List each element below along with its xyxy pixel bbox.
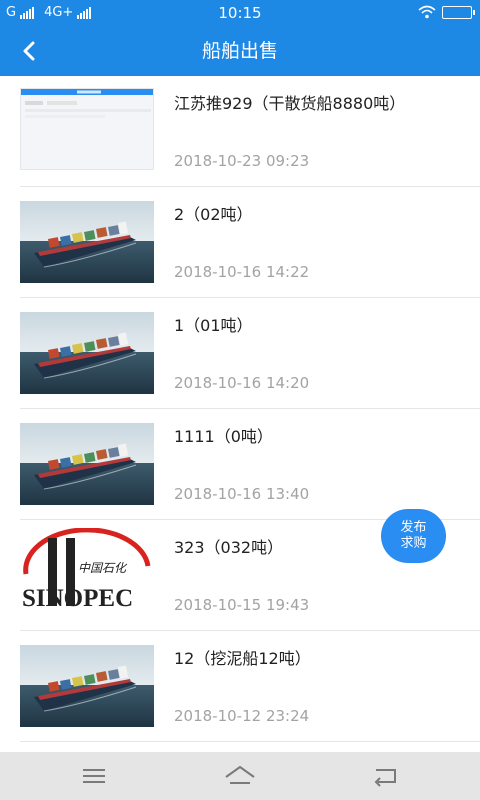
listing-title: 323（032吨） [174,538,284,557]
listing-title: 江苏推929（干散货船8880吨） [174,94,406,113]
list-item[interactable]: 江苏推929（干散货船8880吨） 2018-10-23 09:23 [20,76,480,187]
svg-text:SINOPEC: SINOPEC [22,585,133,612]
system-nav-bar [0,752,480,800]
listing-date: 2018-10-23 09:23 [174,152,310,170]
home-icon[interactable] [220,760,260,792]
sinopec-logo: 中国石化 SINOPEC [20,528,154,614]
menu-icon[interactable] [74,760,114,792]
list-item[interactable]: 1111（0吨） 2018-10-16 13:40 [20,409,480,520]
app-bar: 船舶出售 [0,26,480,76]
list-item[interactable]: 1（01吨） 2018-10-16 14:20 [20,298,480,409]
status-right [418,5,475,19]
status-time: 10:15 [218,4,262,22]
ship-thumbnail [20,423,154,505]
list-item[interactable]: 2（02吨） 2018-10-16 14:22 [20,187,480,298]
listing-date: 2018-10-16 13:40 [174,485,310,503]
ship-thumbnail [20,645,154,727]
ship-thumbnail [20,312,154,394]
list-item[interactable]: 12（挖泥船12吨） 2018-10-12 23:24 [20,631,480,742]
listing-title: 2（02吨） [174,205,253,224]
listing-title: 12（挖泥船12吨） [174,649,311,668]
listing-title: 1（01吨） [174,316,253,335]
return-icon[interactable] [366,760,406,792]
svg-text:中国石化: 中国石化 [78,561,128,575]
wifi-icon [418,5,436,19]
post-request-button[interactable]: 发布 求购 [381,509,446,563]
fab-line-1: 发布 [400,520,427,535]
ship-thumbnail [20,201,154,283]
battery-icon [442,5,475,19]
listing-title: 1111（0吨） [174,427,273,446]
fab-line-2: 求购 [400,536,427,551]
listing-date: 2018-10-15 19:43 [174,596,310,614]
status-bar: G 4G+ 10:15 [0,0,480,26]
page-title: 船舶出售 [201,40,278,62]
listing-date: 2018-10-16 14:22 [174,263,310,281]
listing-date: 2018-10-12 23:24 [174,707,310,725]
listing-date: 2018-10-16 14:20 [174,374,310,392]
listing-thumbnail [20,88,154,170]
